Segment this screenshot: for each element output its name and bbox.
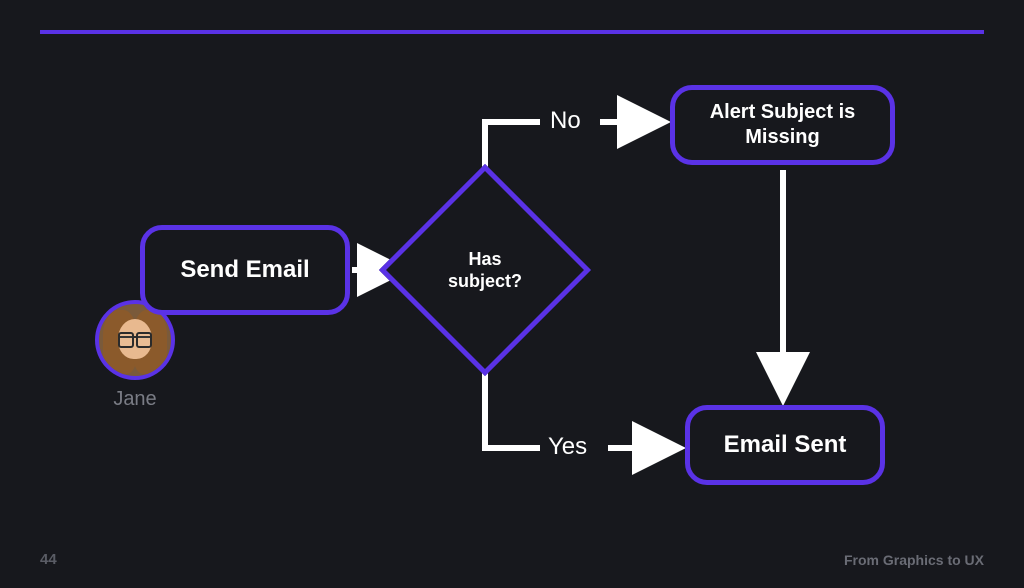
- node-label: Alert Subject is Missing: [685, 100, 880, 150]
- node-label: Email Sent: [724, 431, 847, 459]
- node-label: Send Email: [180, 256, 309, 284]
- footer-text: From Graphics to UX: [844, 552, 984, 568]
- slide-number: 44: [40, 551, 57, 568]
- node-email-sent: Email Sent: [685, 405, 885, 485]
- actor-name: Jane: [95, 388, 175, 411]
- flowchart-canvas: Jane Send Email Has subject? Alert Subje…: [0, 0, 1024, 588]
- edge-label-no: No: [550, 107, 581, 135]
- node-alert-missing: Alert Subject is Missing: [670, 85, 895, 165]
- edge-label-yes: Yes: [548, 433, 587, 461]
- node-send-email: Send Email: [140, 225, 350, 315]
- node-label: Has subject?: [410, 195, 560, 345]
- node-decision-has-subject: Has subject?: [410, 195, 560, 345]
